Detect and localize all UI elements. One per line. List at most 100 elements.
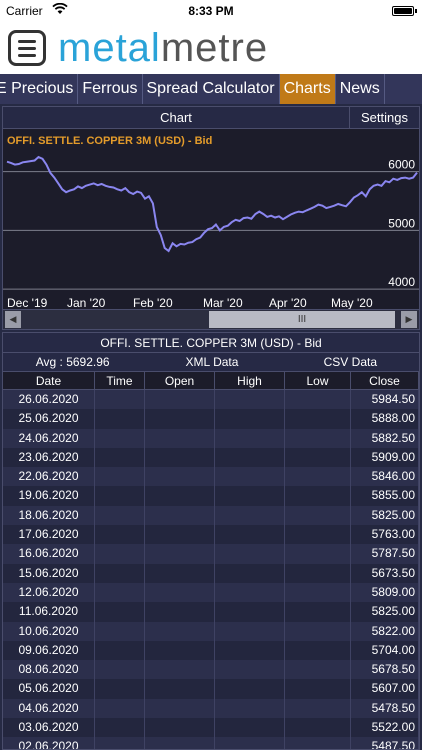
close-cell: 5522.00 xyxy=(351,718,419,738)
y-tick-label: 5000 xyxy=(388,216,415,230)
table-row[interactable]: 19.06.2020 5855.00 xyxy=(3,486,419,506)
time-cell xyxy=(95,718,145,738)
menu-icon[interactable] xyxy=(8,30,46,66)
open-cell xyxy=(145,563,215,583)
chart-header: Chart Settings xyxy=(3,107,419,129)
open-cell xyxy=(145,505,215,526)
table-row[interactable]: 04.06.2020 5478.50 xyxy=(3,698,419,719)
table-row[interactable]: 08.06.2020 5678.50 xyxy=(3,660,419,680)
time-cell xyxy=(95,467,145,487)
low-cell xyxy=(285,390,351,410)
low-cell xyxy=(285,679,351,699)
time-cell xyxy=(95,737,145,749)
category-tabs: E Precious Ferrous Spread Calculator Cha… xyxy=(0,74,422,104)
high-cell xyxy=(215,621,285,641)
time-cell xyxy=(95,602,145,622)
date-cell: 08.06.2020 xyxy=(3,660,95,680)
low-cell xyxy=(285,447,351,468)
table-row[interactable]: 03.06.2020 5522.00 xyxy=(3,718,419,738)
price-chart[interactable]: 6000 5000 4000 Dec '19 Jan '20 Feb '20 Mar '20… xyxy=(3,129,419,309)
close-cell: 5825.00 xyxy=(351,505,419,526)
time-cell xyxy=(95,679,145,699)
close-cell: 5822.00 xyxy=(351,621,419,641)
scroll-right-arrow-icon[interactable]: ▶ xyxy=(401,311,417,328)
tab-precious[interactable]: E Precious xyxy=(0,74,79,104)
scroll-thumb[interactable]: III xyxy=(209,311,395,328)
table-body: 26.06.2020 5984.50 25.06.2020 5888.00 24.06.… xyxy=(3,390,419,749)
chart-svg: 6000 5000 4000 Dec '19 Jan '20 Feb '20 Mar '20… xyxy=(3,155,419,309)
y-tick-label: 6000 xyxy=(388,158,415,172)
close-cell: 5846.00 xyxy=(351,467,419,487)
average-label: Avg : 5692.96 xyxy=(35,355,110,369)
high-cell xyxy=(215,390,285,410)
close-cell: 5787.50 xyxy=(351,544,419,564)
table-row[interactable]: 17.06.2020 5763.00 xyxy=(3,525,419,545)
low-cell xyxy=(285,698,351,719)
time-cell xyxy=(95,525,145,545)
low-cell xyxy=(285,621,351,641)
col-low: Low xyxy=(285,372,351,389)
table-row[interactable]: 11.06.2020 5825.00 xyxy=(3,602,419,622)
low-cell xyxy=(285,525,351,545)
price-series-line xyxy=(6,155,418,253)
low-cell xyxy=(285,467,351,487)
high-cell xyxy=(215,563,285,583)
close-cell: 5487.50 xyxy=(351,737,419,749)
chart-tab[interactable]: Chart xyxy=(3,107,349,128)
close-cell: 5855.00 xyxy=(351,486,419,506)
time-cell xyxy=(95,428,145,448)
high-cell xyxy=(215,640,285,661)
close-cell: 5888.00 xyxy=(351,409,419,429)
table-toolbar: Avg : 5692.96 XML Data CSV Data xyxy=(3,353,419,372)
table-row[interactable]: 15.06.2020 5673.50 xyxy=(3,563,419,583)
tab-charts[interactable]: Charts xyxy=(279,74,336,104)
table-row[interactable]: 25.06.2020 5888.00 xyxy=(3,409,419,429)
settings-button[interactable]: Settings xyxy=(349,107,419,128)
table-row[interactable]: 23.06.2020 5909.00 xyxy=(3,447,419,468)
open-cell xyxy=(145,544,215,564)
open-cell xyxy=(145,602,215,622)
tab-spread-calculator[interactable]: Spread Calculator xyxy=(143,74,280,104)
high-cell xyxy=(215,525,285,545)
csv-data-button[interactable]: CSV Data xyxy=(282,353,419,371)
date-cell: 17.06.2020 xyxy=(3,525,95,545)
table-row[interactable]: 16.06.2020 5787.50 xyxy=(3,544,419,564)
tab-news[interactable]: News xyxy=(336,74,385,104)
date-cell: 09.06.2020 xyxy=(3,640,95,661)
low-cell xyxy=(285,718,351,738)
high-cell xyxy=(215,582,285,603)
y-tick-label: 4000 xyxy=(388,275,415,289)
high-cell xyxy=(215,505,285,526)
table-row[interactable]: 12.06.2020 5809.00 xyxy=(3,582,419,603)
tab-ferrous[interactable]: Ferrous xyxy=(78,74,143,104)
high-cell xyxy=(215,679,285,699)
table-row[interactable]: 09.06.2020 5704.00 xyxy=(3,640,419,661)
low-cell xyxy=(285,640,351,661)
table-row[interactable]: 22.06.2020 5846.00 xyxy=(3,467,419,487)
scroll-left-arrow-icon[interactable]: ◀ xyxy=(5,311,21,328)
table-row[interactable]: 10.06.2020 5822.00 xyxy=(3,621,419,641)
open-cell xyxy=(145,447,215,468)
open-cell xyxy=(145,660,215,680)
open-cell xyxy=(145,486,215,506)
table-row[interactable]: 18.06.2020 5825.00 xyxy=(3,505,419,526)
time-cell xyxy=(95,563,145,583)
open-cell xyxy=(145,409,215,429)
high-cell xyxy=(215,428,285,448)
app-header: metalmetre xyxy=(0,22,422,74)
table-row[interactable]: 05.06.2020 5607.00 xyxy=(3,679,419,699)
table-row[interactable]: 02.06.2020 5487.50 xyxy=(3,737,419,749)
open-cell xyxy=(145,582,215,603)
low-cell xyxy=(285,544,351,564)
high-cell xyxy=(215,544,285,564)
col-close: Close xyxy=(351,372,419,389)
low-cell xyxy=(285,428,351,448)
x-tick-label: Apr '20 xyxy=(269,296,307,309)
low-cell xyxy=(285,737,351,749)
time-cell xyxy=(95,409,145,429)
table-row[interactable]: 26.06.2020 5984.50 xyxy=(3,390,419,410)
chart-scrollbar[interactable]: ◀ III ▶ xyxy=(3,309,419,329)
open-cell xyxy=(145,698,215,719)
xml-data-button[interactable]: XML Data xyxy=(142,353,281,371)
table-row[interactable]: 24.06.2020 5882.50 xyxy=(3,428,419,448)
